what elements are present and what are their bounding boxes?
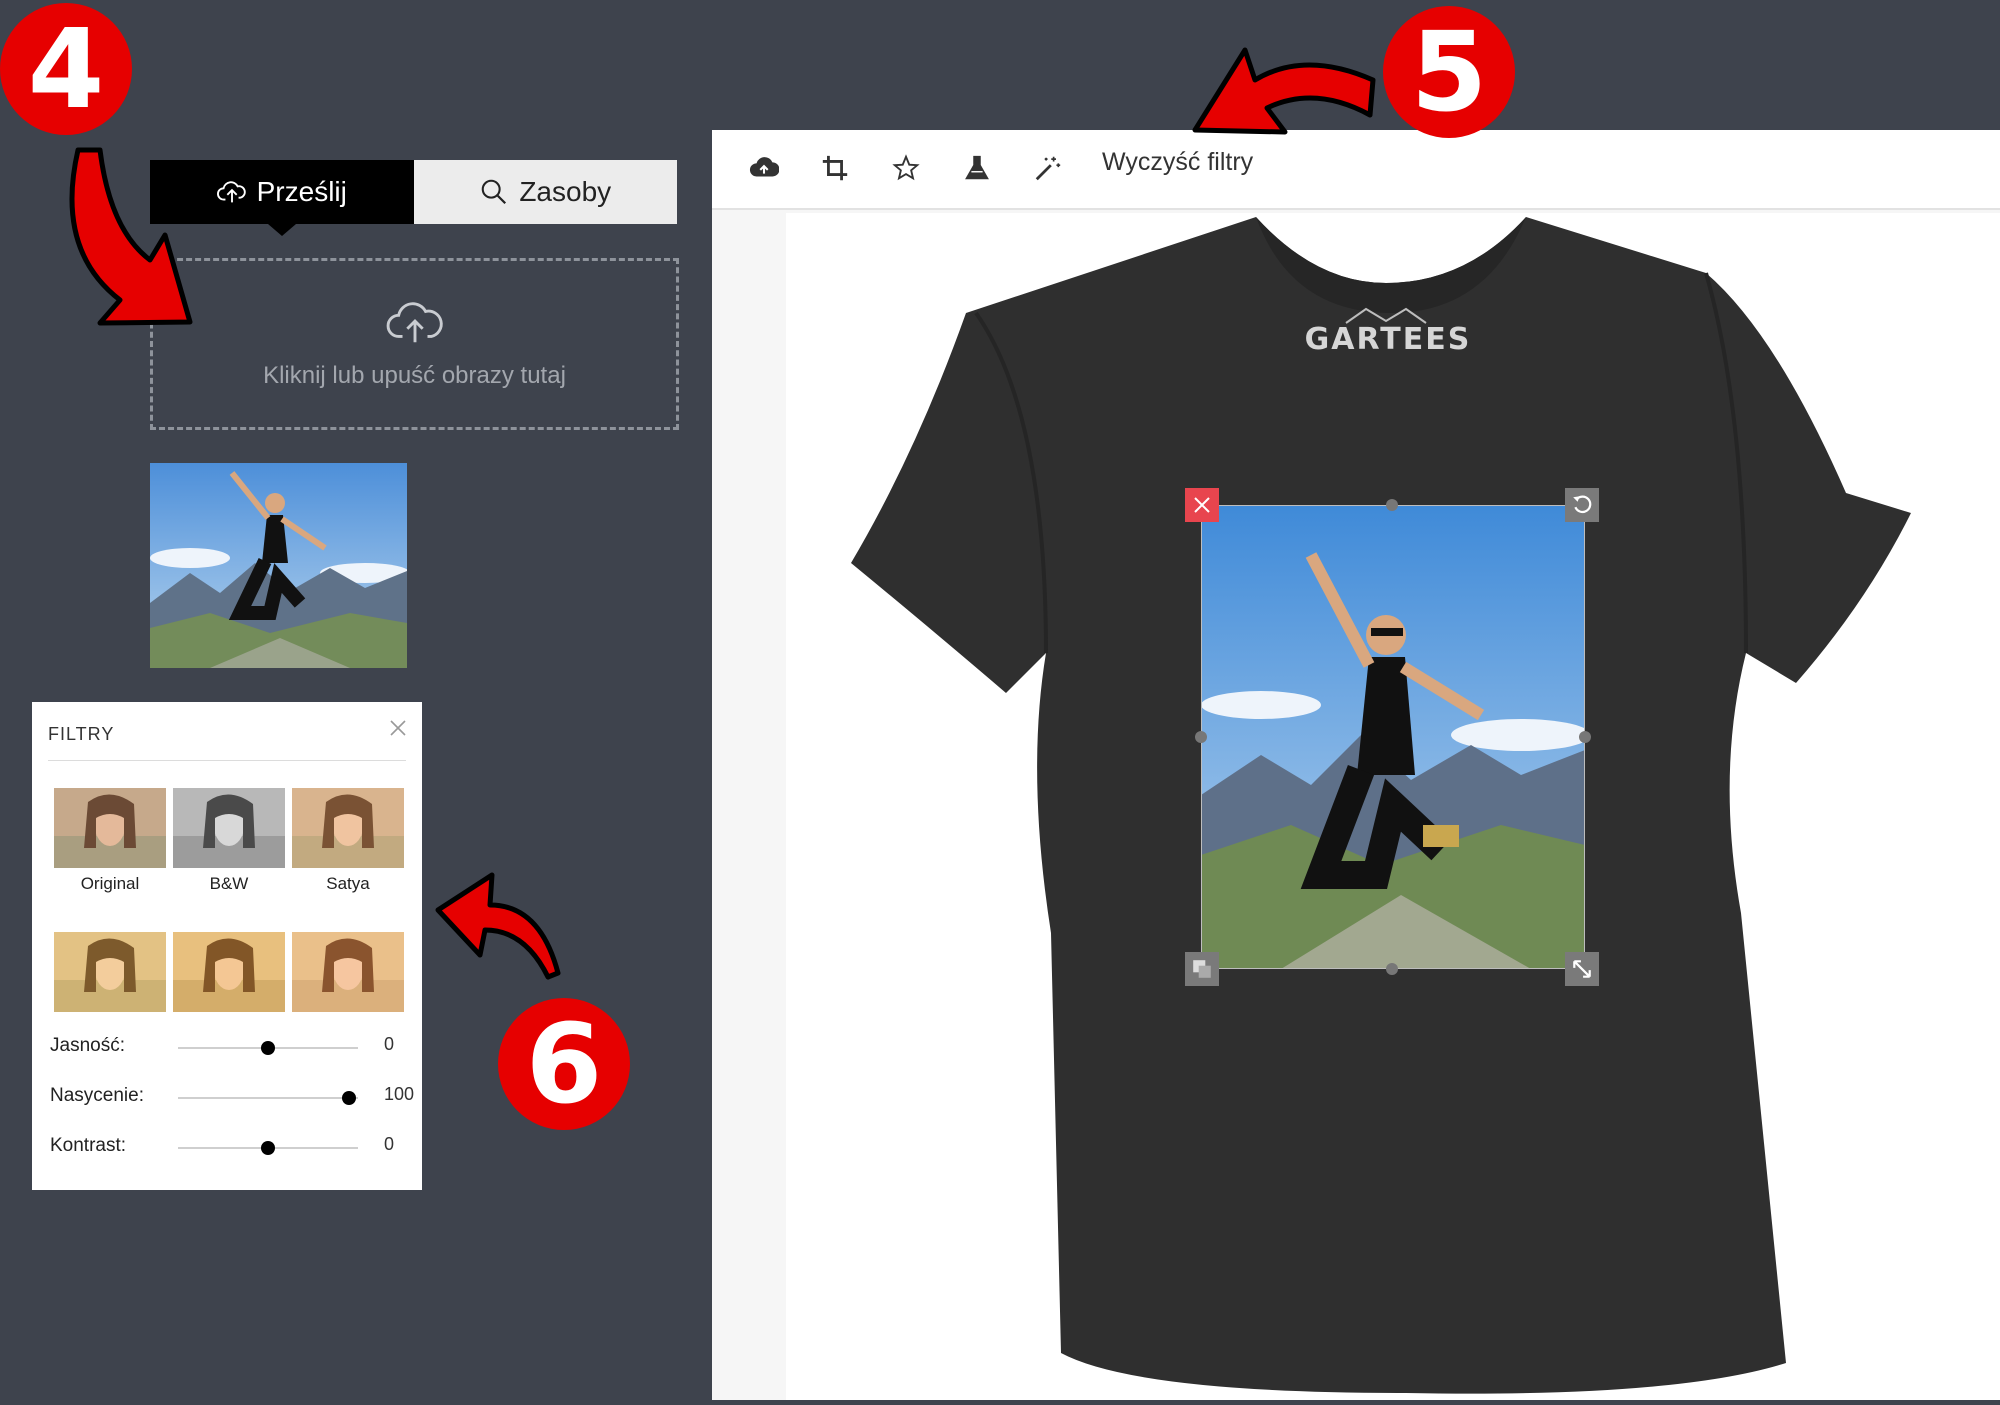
layers-icon: [1193, 960, 1211, 978]
crop-tool-button[interactable]: [815, 148, 855, 188]
rotate-handle[interactable]: [1565, 488, 1599, 522]
delete-handle[interactable]: [1185, 488, 1219, 522]
brightness-row: Jasność: 0: [50, 1032, 410, 1062]
slider-handle[interactable]: [342, 1091, 356, 1105]
effects-tool-button[interactable]: [957, 148, 997, 188]
dropzone-text: Kliknij lub upuść obrazy tutaj: [263, 362, 566, 389]
filter-preset-bw[interactable]: B&W: [173, 788, 285, 894]
close-icon: [1194, 497, 1210, 513]
jump-photo: [150, 463, 407, 668]
filter-preview: [173, 932, 285, 1012]
filter-preview-satya: [292, 788, 404, 868]
saturation-value: 100: [384, 1084, 415, 1104]
slider-handle[interactable]: [261, 1141, 275, 1155]
contrast-slider[interactable]: [178, 1141, 358, 1155]
brightness-label: Jasność:: [50, 1035, 125, 1056]
layer-handle[interactable]: [1185, 952, 1219, 986]
divider: [48, 760, 406, 761]
edge-handle[interactable]: [1195, 731, 1207, 743]
filter-preset-label: Original: [80, 874, 140, 893]
filter-preset-label: Satya: [326, 874, 370, 893]
filter-preview-bw: [173, 788, 285, 868]
filter-preset-label: B&W: [209, 874, 249, 893]
filter-preset[interactable]: [292, 932, 404, 1012]
filters-panel: FILTRY Original B&W Satya Jasność: 0 Nas…: [32, 702, 422, 1190]
close-icon[interactable]: [388, 718, 408, 738]
contrast-label: Kontrast:: [50, 1135, 127, 1156]
edge-handle[interactable]: [1579, 731, 1591, 743]
filter-preview: [54, 932, 166, 1012]
brightness-value: 0: [384, 1034, 395, 1054]
arrow-icon: [435, 872, 561, 980]
filter-preset[interactable]: [173, 932, 285, 1012]
step-marker-6: 6: [498, 998, 630, 1130]
uploaded-image-thumbnail[interactable]: [150, 463, 407, 668]
contrast-row: Kontrast: 0: [50, 1132, 410, 1162]
arrow-icon: [1192, 47, 1376, 135]
cloud-upload-icon: [386, 302, 443, 343]
magic-wand-icon: [1035, 156, 1061, 181]
flask-icon: [965, 155, 989, 180]
tab-assets-label: Zasoby: [519, 176, 612, 207]
arrow-icon: [69, 147, 193, 326]
edge-handle[interactable]: [1386, 499, 1398, 511]
rotate-icon: [1573, 495, 1592, 514]
clear-filters-button[interactable]: Wyczyść filtry: [1102, 148, 1253, 177]
contrast-value: 0: [384, 1134, 395, 1154]
step-marker-5: 5: [1383, 6, 1515, 138]
tab-upload-label: Prześlij: [256, 176, 347, 207]
crop-icon: [822, 155, 848, 181]
cloud-upload-icon: [216, 181, 246, 203]
cloud-upload-icon: [749, 157, 779, 177]
edge-handle[interactable]: [1386, 963, 1398, 975]
saturation-row: Nasycenie: 100: [50, 1082, 414, 1112]
filter-preview-original: [54, 788, 166, 868]
resize-handle[interactable]: [1565, 952, 1599, 986]
slider-handle[interactable]: [261, 1041, 275, 1055]
saturation-label: Nasycenie:: [50, 1085, 144, 1106]
auto-enhance-tool-button[interactable]: [1028, 148, 1068, 188]
brightness-slider[interactable]: [178, 1041, 358, 1055]
star-icon: [892, 154, 920, 181]
upload-tabs: Prześlij Zasoby: [150, 160, 677, 236]
search-icon: [482, 179, 507, 205]
filter-preview: [292, 932, 404, 1012]
shirt-brand-logo: GARTEES: [1305, 322, 1472, 357]
filter-preset-original[interactable]: Original: [54, 788, 166, 894]
tab-assets[interactable]: Zasoby: [413, 160, 677, 224]
favorite-tool-button[interactable]: [886, 148, 926, 188]
filter-preset-satya[interactable]: Satya: [292, 788, 404, 894]
filter-preset[interactable]: [54, 932, 166, 1012]
step-marker-4: 4: [0, 3, 132, 135]
upload-tool-button[interactable]: [744, 148, 784, 188]
image-dropzone[interactable]: Kliknij lub upuść obrazy tutaj: [150, 258, 679, 430]
saturation-slider[interactable]: [178, 1091, 358, 1105]
resize-icon: [1573, 960, 1591, 978]
filters-title: FILTRY: [48, 724, 115, 744]
selection-frame: [1201, 505, 1585, 969]
